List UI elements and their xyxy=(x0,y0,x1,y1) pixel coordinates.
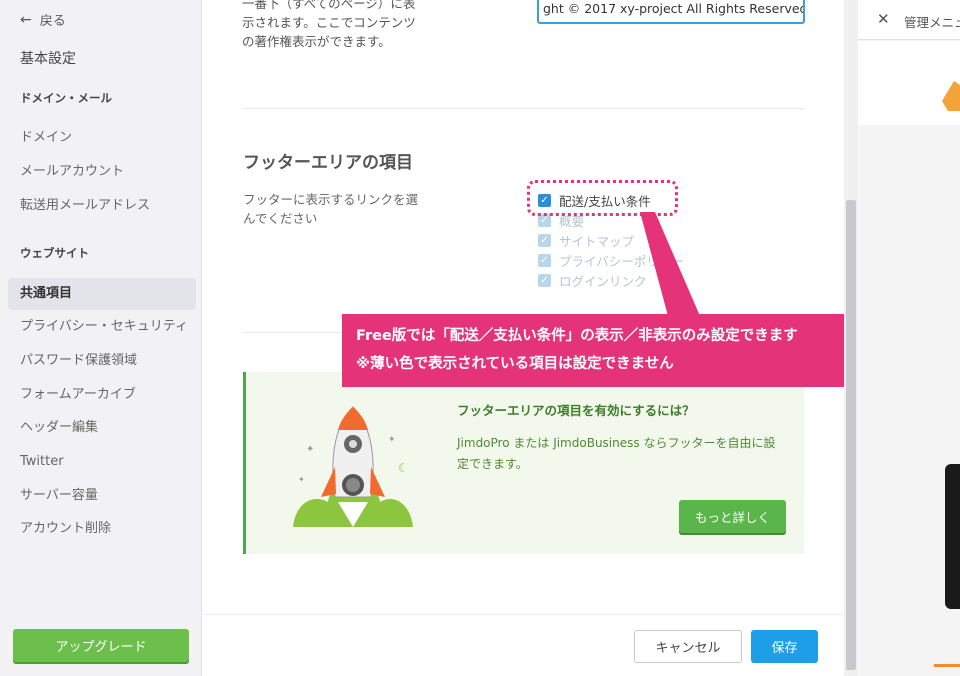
svg-text:✦: ✦ xyxy=(298,475,305,484)
admin-menu-title: 管理メニュー xyxy=(904,15,960,30)
svg-text:☾: ☾ xyxy=(398,461,409,475)
upgrade-promo-box: ✦ ✦ ✦ ☾ フッターエリアの項目を有効にするには？ JimdoPro または… xyxy=(243,372,804,554)
copyright-description: 一番下（すべてのページ）に表示されます。ここでコンテンツの著作権表示ができます。 xyxy=(242,0,416,49)
admin-menu-panel: ✕ 管理メニュー xyxy=(858,0,960,676)
rocket-icon: ✦ ✦ ✦ ☾ xyxy=(293,406,413,527)
option-label: ログインリンク xyxy=(559,273,647,289)
sidebar-item-twitter[interactable]: Twitter xyxy=(8,446,196,478)
copyright-input[interactable]: ght © 2017 xy-project All Rights Reserve… xyxy=(537,0,805,24)
callout-line1: Free版では「配送／支払い条件」の表示／非表示のみ設定できます xyxy=(356,328,798,344)
checkbox-checked-icon: ✓ xyxy=(538,253,551,267)
close-icon[interactable]: ✕ xyxy=(877,10,890,28)
footer-area-description: フッターに表示するリンクを選んでください xyxy=(243,192,419,226)
sidebar-item-privacy[interactable]: プライバシー・セキュリティ xyxy=(8,311,196,343)
option-sitemap: ✓ サイトマップ xyxy=(538,230,684,250)
device-frame xyxy=(945,464,960,609)
sidebar-item-common[interactable]: 共通項目 xyxy=(8,278,196,310)
section-domain-heading: ドメイン・メール xyxy=(20,91,112,105)
option-login-link: ✓ ログインリンク xyxy=(538,270,684,290)
checkbox-checked-icon: ✓ xyxy=(538,273,551,287)
sidebar: ← 戻る 基本設定 ドメイン・メール ドメイン メールアカウント 転送用メールア… xyxy=(0,0,202,676)
sidebar-item-mail-account[interactable]: メールアカウント xyxy=(8,156,196,188)
main-panel: 一番下（すべてのページ）に表示されます。ここでコンテンツの著作権表示ができます。… xyxy=(203,0,844,614)
admin-menu-header: ✕ 管理メニュー xyxy=(858,0,960,40)
callout-line2: ※薄い色で表示されている項目は設定できません xyxy=(356,356,674,372)
sidebar-item-forwarding[interactable]: 転送用メールアドレス xyxy=(8,190,196,222)
sidebar-item-server[interactable]: サーバー容量 xyxy=(8,480,196,512)
svg-text:✦: ✦ xyxy=(388,435,396,445)
back-link[interactable]: ← 戻る xyxy=(20,10,66,30)
divider xyxy=(243,108,804,109)
promo-title: フッターエリアの項目を有効にするには？ xyxy=(457,403,695,418)
arrow-left-icon: ← xyxy=(20,11,32,28)
promo-text: JimdoPro または JimdoBusiness ならフッターを自由に設定で… xyxy=(457,436,776,471)
save-button[interactable]: 保存 xyxy=(751,630,818,663)
sidebar-title: 基本設定 xyxy=(20,51,76,67)
learn-more-button[interactable]: もっと詳しく xyxy=(679,500,786,533)
option-privacy-policy: ✓ プライバシーポリシー xyxy=(538,250,684,270)
sidebar-item-password[interactable]: パスワード保護領域 xyxy=(8,345,196,377)
callout-note: Free版では「配送／支払い条件」の表示／非表示のみ設定できます ※薄い色で表示… xyxy=(342,314,907,387)
admin-menu-preview xyxy=(858,41,960,125)
highlight-dotted-frame xyxy=(527,180,678,216)
footer-bar: キャンセル 保存 xyxy=(203,614,844,676)
checkbox-checked-icon: ✓ xyxy=(538,233,551,247)
option-label: プライバシーポリシー xyxy=(559,253,684,269)
svg-text:✦: ✦ xyxy=(306,444,314,455)
scrollbar-thumb[interactable] xyxy=(846,200,856,670)
sidebar-item-form-archive[interactable]: フォームアーカイブ xyxy=(8,379,196,411)
cancel-button[interactable]: キャンセル xyxy=(634,630,742,663)
sidebar-item-domain[interactable]: ドメイン xyxy=(8,122,196,154)
footer-area-title: フッターエリアの項目 xyxy=(243,153,413,173)
sidebar-item-header-edit[interactable]: ヘッダー編集 xyxy=(8,412,196,444)
scrollbar[interactable] xyxy=(844,0,858,676)
sidebar-item-delete-account[interactable]: アカウント削除 xyxy=(8,513,196,545)
section-website-heading: ウェブサイト xyxy=(20,246,89,260)
accent-line xyxy=(934,664,960,667)
option-label: サイトマップ xyxy=(559,233,635,249)
upgrade-button[interactable]: アップグレード xyxy=(13,629,189,662)
back-label: 戻る xyxy=(39,14,66,29)
logo-fragment-icon xyxy=(942,81,960,111)
